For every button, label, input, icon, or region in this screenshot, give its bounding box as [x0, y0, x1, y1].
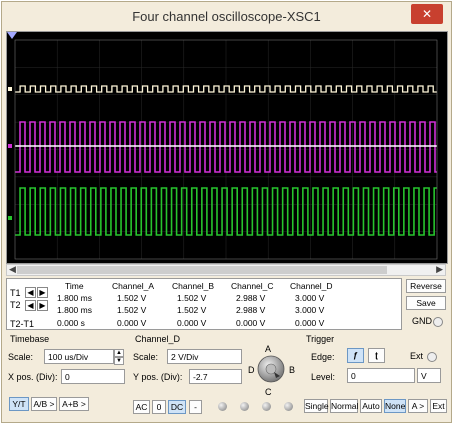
gnd-label: GND — [412, 316, 432, 326]
close-button[interactable]: ✕ — [411, 4, 443, 24]
t2-channel-d: 3.000 V — [295, 305, 325, 315]
col-header-channel-b: Channel_B — [172, 281, 215, 291]
timebase-scale-field[interactable]: 100 us/Div — [44, 349, 114, 364]
channel-selector-knob[interactable] — [256, 354, 286, 384]
ext-trigger-label: Ext — [410, 351, 424, 361]
col-header-time: Time — [65, 281, 84, 291]
trigger-single-button[interactable]: Single — [304, 399, 329, 413]
level-unit-field[interactable]: V — [417, 368, 441, 383]
row-label-t2-t1: T2-T1 — [10, 319, 35, 329]
row-label-t1: T1 — [10, 288, 21, 298]
t1-channel-b: 1.502 V — [177, 293, 207, 303]
channel-b-indicator-icon — [240, 402, 249, 411]
scope-screen — [6, 31, 448, 264]
knob-label-a: A — [265, 344, 272, 354]
trigger-marker-icon[interactable] — [7, 32, 17, 39]
coupling-zero-button[interactable]: 0 — [152, 400, 166, 414]
scroll-right-icon[interactable]: ▶ — [436, 264, 443, 275]
row-label-t2: T2 — [10, 300, 21, 310]
t1-channel-c: 2.988 V — [236, 293, 266, 303]
xpos-label: X pos. (Div): — [8, 372, 58, 382]
t1-right-arrow-icon[interactable]: ▶ — [37, 287, 48, 298]
xpos-field[interactable]: 0 — [61, 369, 125, 384]
channel-offset-marker — [8, 144, 12, 148]
trigger-ext-button[interactable]: Ext — [430, 399, 447, 413]
knob-label-c: C — [265, 387, 272, 397]
ypos-field[interactable]: -2.7 — [189, 369, 242, 384]
channel-d-indicator-icon — [284, 402, 293, 411]
t1-time: 1.800 ms — [57, 293, 92, 303]
oscilloscope-window: Four channel oscilloscope-XSC1 ✕ ◀ ▶ T1 … — [1, 1, 452, 423]
scroll-left-icon[interactable]: ◀ — [9, 264, 16, 275]
channel-offset-marker — [8, 216, 12, 220]
col-header-channel-c: Channel_C — [231, 281, 274, 291]
t2-channel-c: 2.988 V — [236, 305, 266, 315]
falling-edge-button[interactable]: ʈ — [368, 348, 385, 363]
t2-channel-a: 1.502 V — [117, 305, 147, 315]
coupling-ac-button[interactable]: AC — [133, 400, 150, 414]
coupling-minus-button[interactable]: - — [189, 400, 202, 414]
trigger-auto-button[interactable]: Auto — [360, 399, 382, 413]
scrollbar-thumb[interactable] — [17, 266, 387, 274]
level-label: Level: — [311, 372, 336, 382]
t1-channel-d: 3.000 V — [295, 293, 325, 303]
coupling-dc-button[interactable]: DC — [168, 400, 186, 414]
title-bar: Four channel oscilloscope-XSC1 ✕ — [2, 2, 451, 30]
trigger-title: Trigger — [306, 334, 335, 344]
reverse-button[interactable]: Reverse — [406, 279, 446, 293]
t2-right-arrow-icon[interactable]: ▶ — [37, 300, 48, 311]
t1-left-arrow-icon[interactable]: ◀ — [25, 287, 36, 298]
timebase-scale-up-icon[interactable]: ▲ — [114, 349, 124, 357]
delta-channel-b: 0.000 V — [177, 318, 207, 328]
horizontal-scrollbar[interactable]: ◀ ▶ — [6, 264, 446, 276]
channel-title: Channel_D — [135, 334, 181, 344]
t1-channel-a: 1.502 V — [117, 293, 147, 303]
edge-label: Edge: — [311, 352, 335, 362]
ypos-label: Y pos. (Div): — [133, 372, 183, 382]
delta-channel-a: 0.000 V — [117, 318, 147, 328]
ab-button[interactable]: A/B > — [31, 397, 57, 411]
col-header-channel-d: Channel_D — [290, 281, 333, 291]
knob-label-d: D — [248, 365, 255, 375]
channel-offset-marker — [8, 87, 12, 91]
t2-time: 1.800 ms — [57, 305, 92, 315]
timebase-scale-down-icon[interactable]: ▼ — [114, 357, 124, 365]
t2-channel-b: 1.502 V — [177, 305, 207, 315]
trigger-normal-button[interactable]: Normal — [330, 399, 358, 413]
window-title: Four channel oscilloscope-XSC1 — [132, 9, 321, 24]
level-field[interactable]: 0 — [347, 368, 415, 383]
gnd-radio[interactable] — [433, 317, 443, 327]
channel-a-indicator-icon — [218, 402, 227, 411]
t2-left-arrow-icon[interactable]: ◀ — [25, 300, 36, 311]
cursor-readout: T1 T2 T2-T1 ◀ ▶ ◀ ▶ Time Channel_A Chann… — [6, 278, 402, 330]
ext-trigger-radio[interactable] — [427, 352, 437, 362]
delta-channel-c: 0.000 V — [236, 318, 266, 328]
delta-channel-d: 0.000 V — [295, 318, 325, 328]
save-button[interactable]: Save — [406, 296, 446, 310]
delta-time: 0.000 s — [57, 318, 85, 328]
a-plus-b-button[interactable]: A+B > — [59, 397, 89, 411]
knob-label-b: B — [289, 365, 296, 375]
trigger-none-button[interactable]: None — [384, 399, 406, 413]
channel-c-indicator-icon — [262, 402, 271, 411]
rising-edge-button[interactable]: ƒ — [347, 348, 364, 363]
yt-button[interactable]: Y/T — [9, 397, 29, 411]
timebase-scale-label: Scale: — [8, 352, 34, 362]
waveform-display — [7, 32, 438, 260]
channel-scale-field[interactable]: 2 V/Div — [167, 349, 242, 364]
trigger-a-button[interactable]: A > — [408, 399, 428, 413]
col-header-channel-a: Channel_A — [112, 281, 155, 291]
channel-scale-label: Scale: — [133, 352, 159, 362]
timebase-title: Timebase — [10, 334, 50, 344]
